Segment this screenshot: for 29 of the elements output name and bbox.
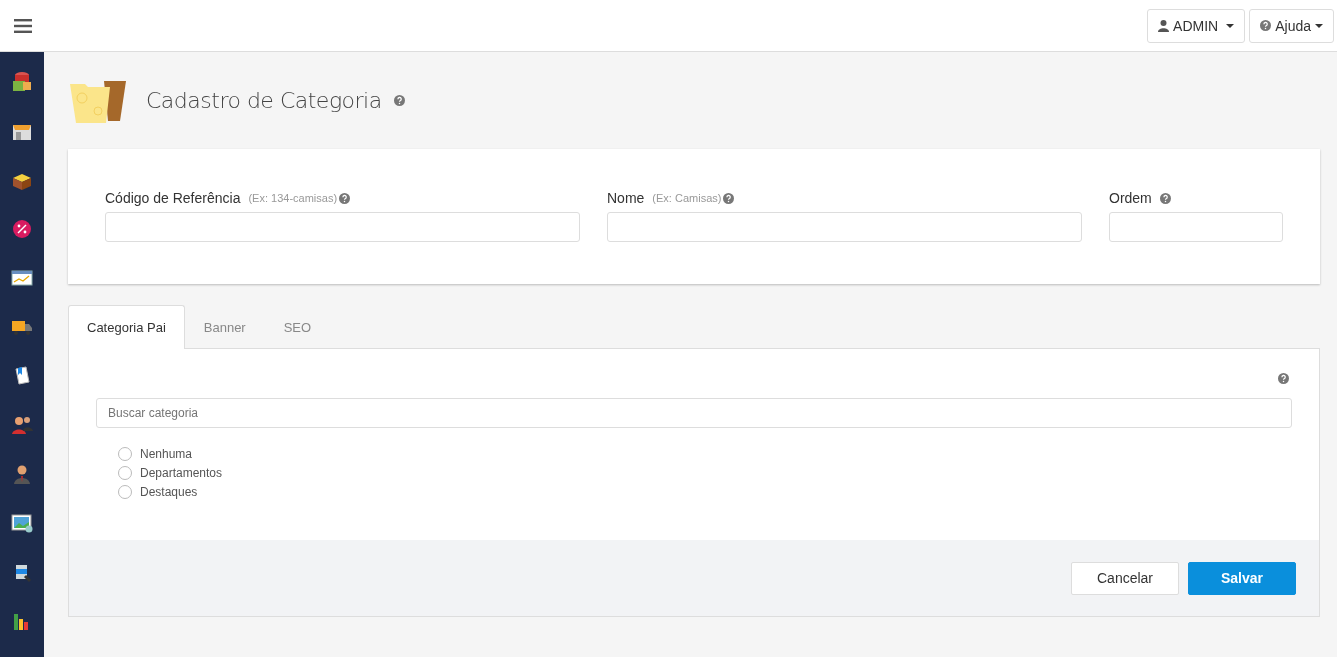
help-icon [723,192,735,204]
text-field[interactable] [105,212,580,242]
cancel-button[interactable]: Cancelar [1071,561,1179,595]
help-icon [339,192,351,204]
search-field[interactable]: Buscar categoria [96,398,1292,428]
menu-icon[interactable] [14,18,32,33]
database-icon[interactable] [10,70,34,94]
help-menu[interactable]: Ajuda [1249,8,1334,43]
help-icon [393,95,405,106]
field-label: Nome [607,190,645,206]
text-field[interactable] [607,212,1082,242]
category-radio[interactable]: Departamentos [118,466,1270,480]
help-icon [1260,20,1272,31]
help-icon [1159,192,1171,204]
tab[interactable]: Categoria Pai [68,305,185,349]
image-icon[interactable] [10,511,34,535]
field-hint: (Ex: 134-camisas) [248,192,338,204]
field-hint: (Ex: Camisas) [652,192,722,204]
field-label: Ordem [1109,190,1152,206]
help-icon [1278,373,1289,384]
percent-icon[interactable] [10,217,34,241]
page-title: Cadastro de Categoria [146,88,382,113]
user-menu[interactable]: ADMIN [1147,8,1246,43]
category-radio[interactable]: Destaques [118,485,1270,499]
user-icon [1158,19,1170,32]
text-field[interactable] [1109,212,1283,242]
category-radio[interactable]: Nenhuma [118,447,1270,461]
save-button[interactable]: Salvar [1188,561,1296,595]
field-label: Código de Referência [105,190,241,206]
